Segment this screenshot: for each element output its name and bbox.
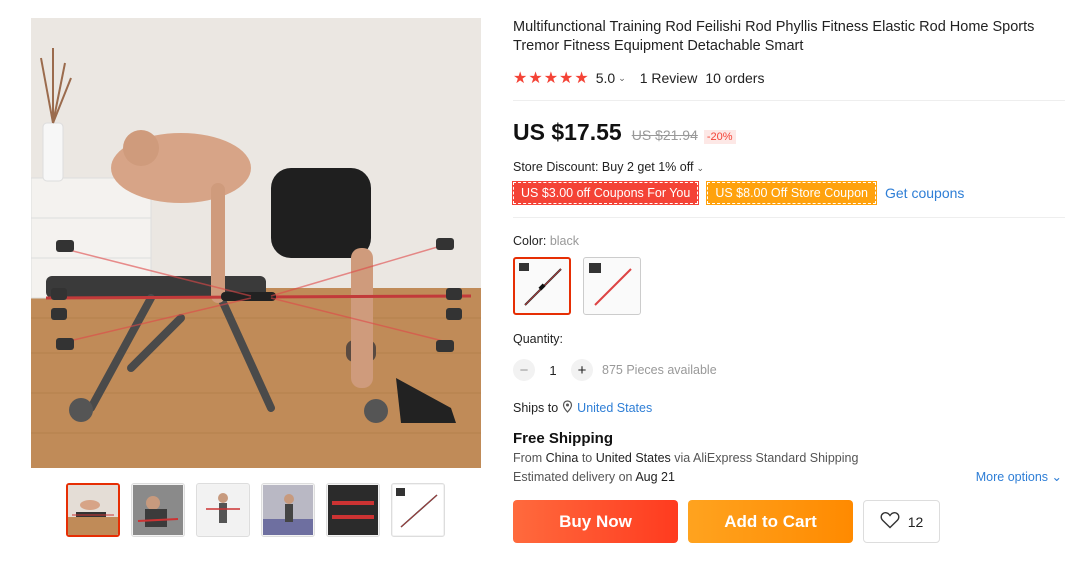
shipping-method: via AliExpress Standard Shipping [674,451,859,465]
quantity-value[interactable]: 1 [535,363,571,378]
product-title: Multifunctional Training Rod Feilishi Ro… [513,19,1035,54]
quantity-stepper: − 1 + 875 Pieces available [513,359,1065,381]
more-options-label: More options [975,470,1049,484]
product-main-image[interactable] [31,18,481,468]
thumbnail-3[interactable] [196,483,250,537]
buy-now-button[interactable]: Buy Now [513,500,678,543]
store-discount-text: Store Discount: Buy 2 get 1% off [513,160,694,174]
color-swatch-black[interactable] [513,257,571,315]
more-options-link[interactable]: More options ⌄ [976,469,1062,484]
divider [513,100,1065,101]
thumbnail-1[interactable] [66,483,120,537]
action-buttons: Buy Now Add to Cart 12 [513,500,1065,543]
get-coupons-link[interactable]: Get coupons [885,185,964,201]
plus-icon[interactable]: + [571,359,593,381]
product-photo [31,18,481,468]
chevron-down-icon: ⌄ [1051,470,1062,484]
thumbnail-5[interactable] [326,483,380,537]
wishlist-button[interactable]: 12 [863,500,940,543]
thumbnail-strip [66,483,445,537]
est-label: Estimated delivery on [513,469,633,484]
location-pin-icon [562,400,573,416]
shipping-route: From China to United States via AliExpre… [513,451,1065,465]
thumbnail-2[interactable] [131,483,185,537]
to-label: to [581,451,593,465]
chevron-down-icon: ⌄ [696,163,704,173]
minus-icon[interactable]: − [513,359,535,381]
ship-to: United States [595,451,671,465]
color-label: Color: black [513,234,1065,248]
divider [513,217,1065,218]
estimated-delivery: Estimated delivery on Aug 21 [513,470,675,484]
ships-to-row: Ships to United States [513,400,1065,416]
free-shipping-title: Free Shipping [513,430,614,447]
price-row: US $17.55 US $21.94 -20% [513,119,1065,146]
original-price: US $21.94 [631,127,698,143]
discount-badge: -20% [703,130,736,144]
est-date: Aug 21 [635,469,675,484]
rating-row: ★★★★★ 5.0 ⌄ 1 Review 10 orders [513,68,1065,88]
heart-icon [880,511,900,532]
current-price: US $17.55 [513,119,622,145]
add-to-cart-button[interactable]: Add to Cart [688,500,853,543]
rating-score[interactable]: 5.0 [596,70,615,86]
color-label-text: Color: [513,234,547,248]
ships-to-country[interactable]: United States [577,401,652,415]
store-coupon[interactable]: US $8.00 Off Store Coupon [706,181,877,205]
pieces-available: 875 Pieces available [602,363,717,377]
color-swatch-red[interactable] [583,257,641,315]
estimated-delivery-row: Estimated delivery on Aug 21 More option… [513,469,1065,485]
quantity-label: Quantity: [513,332,564,346]
thumbnail-6[interactable] [391,483,445,537]
review-count[interactable]: 1 Review [640,70,698,86]
color-value: black [549,234,580,248]
coupon-for-you[interactable]: US $3.00 off Coupons For You [511,181,700,205]
color-swatches [513,257,1065,315]
thumbnail-4[interactable] [261,483,315,537]
ship-from: China [545,451,579,465]
order-count: 10 orders [705,70,765,86]
wishlist-count: 12 [907,513,924,530]
chevron-down-icon[interactable]: ⌄ [618,73,626,84]
ships-to-label: Ships to [513,401,559,415]
product-detail-panel: Multifunctional Training Rod Feilishi Ro… [511,18,1065,543]
star-icon: ★★★★★ [513,70,590,87]
from-label: From [513,451,543,465]
store-discount[interactable]: Store Discount: Buy 2 get 1% off ⌄ [513,160,1065,174]
coupon-row: US $3.00 off Coupons For You US $8.00 Of… [511,181,1065,205]
